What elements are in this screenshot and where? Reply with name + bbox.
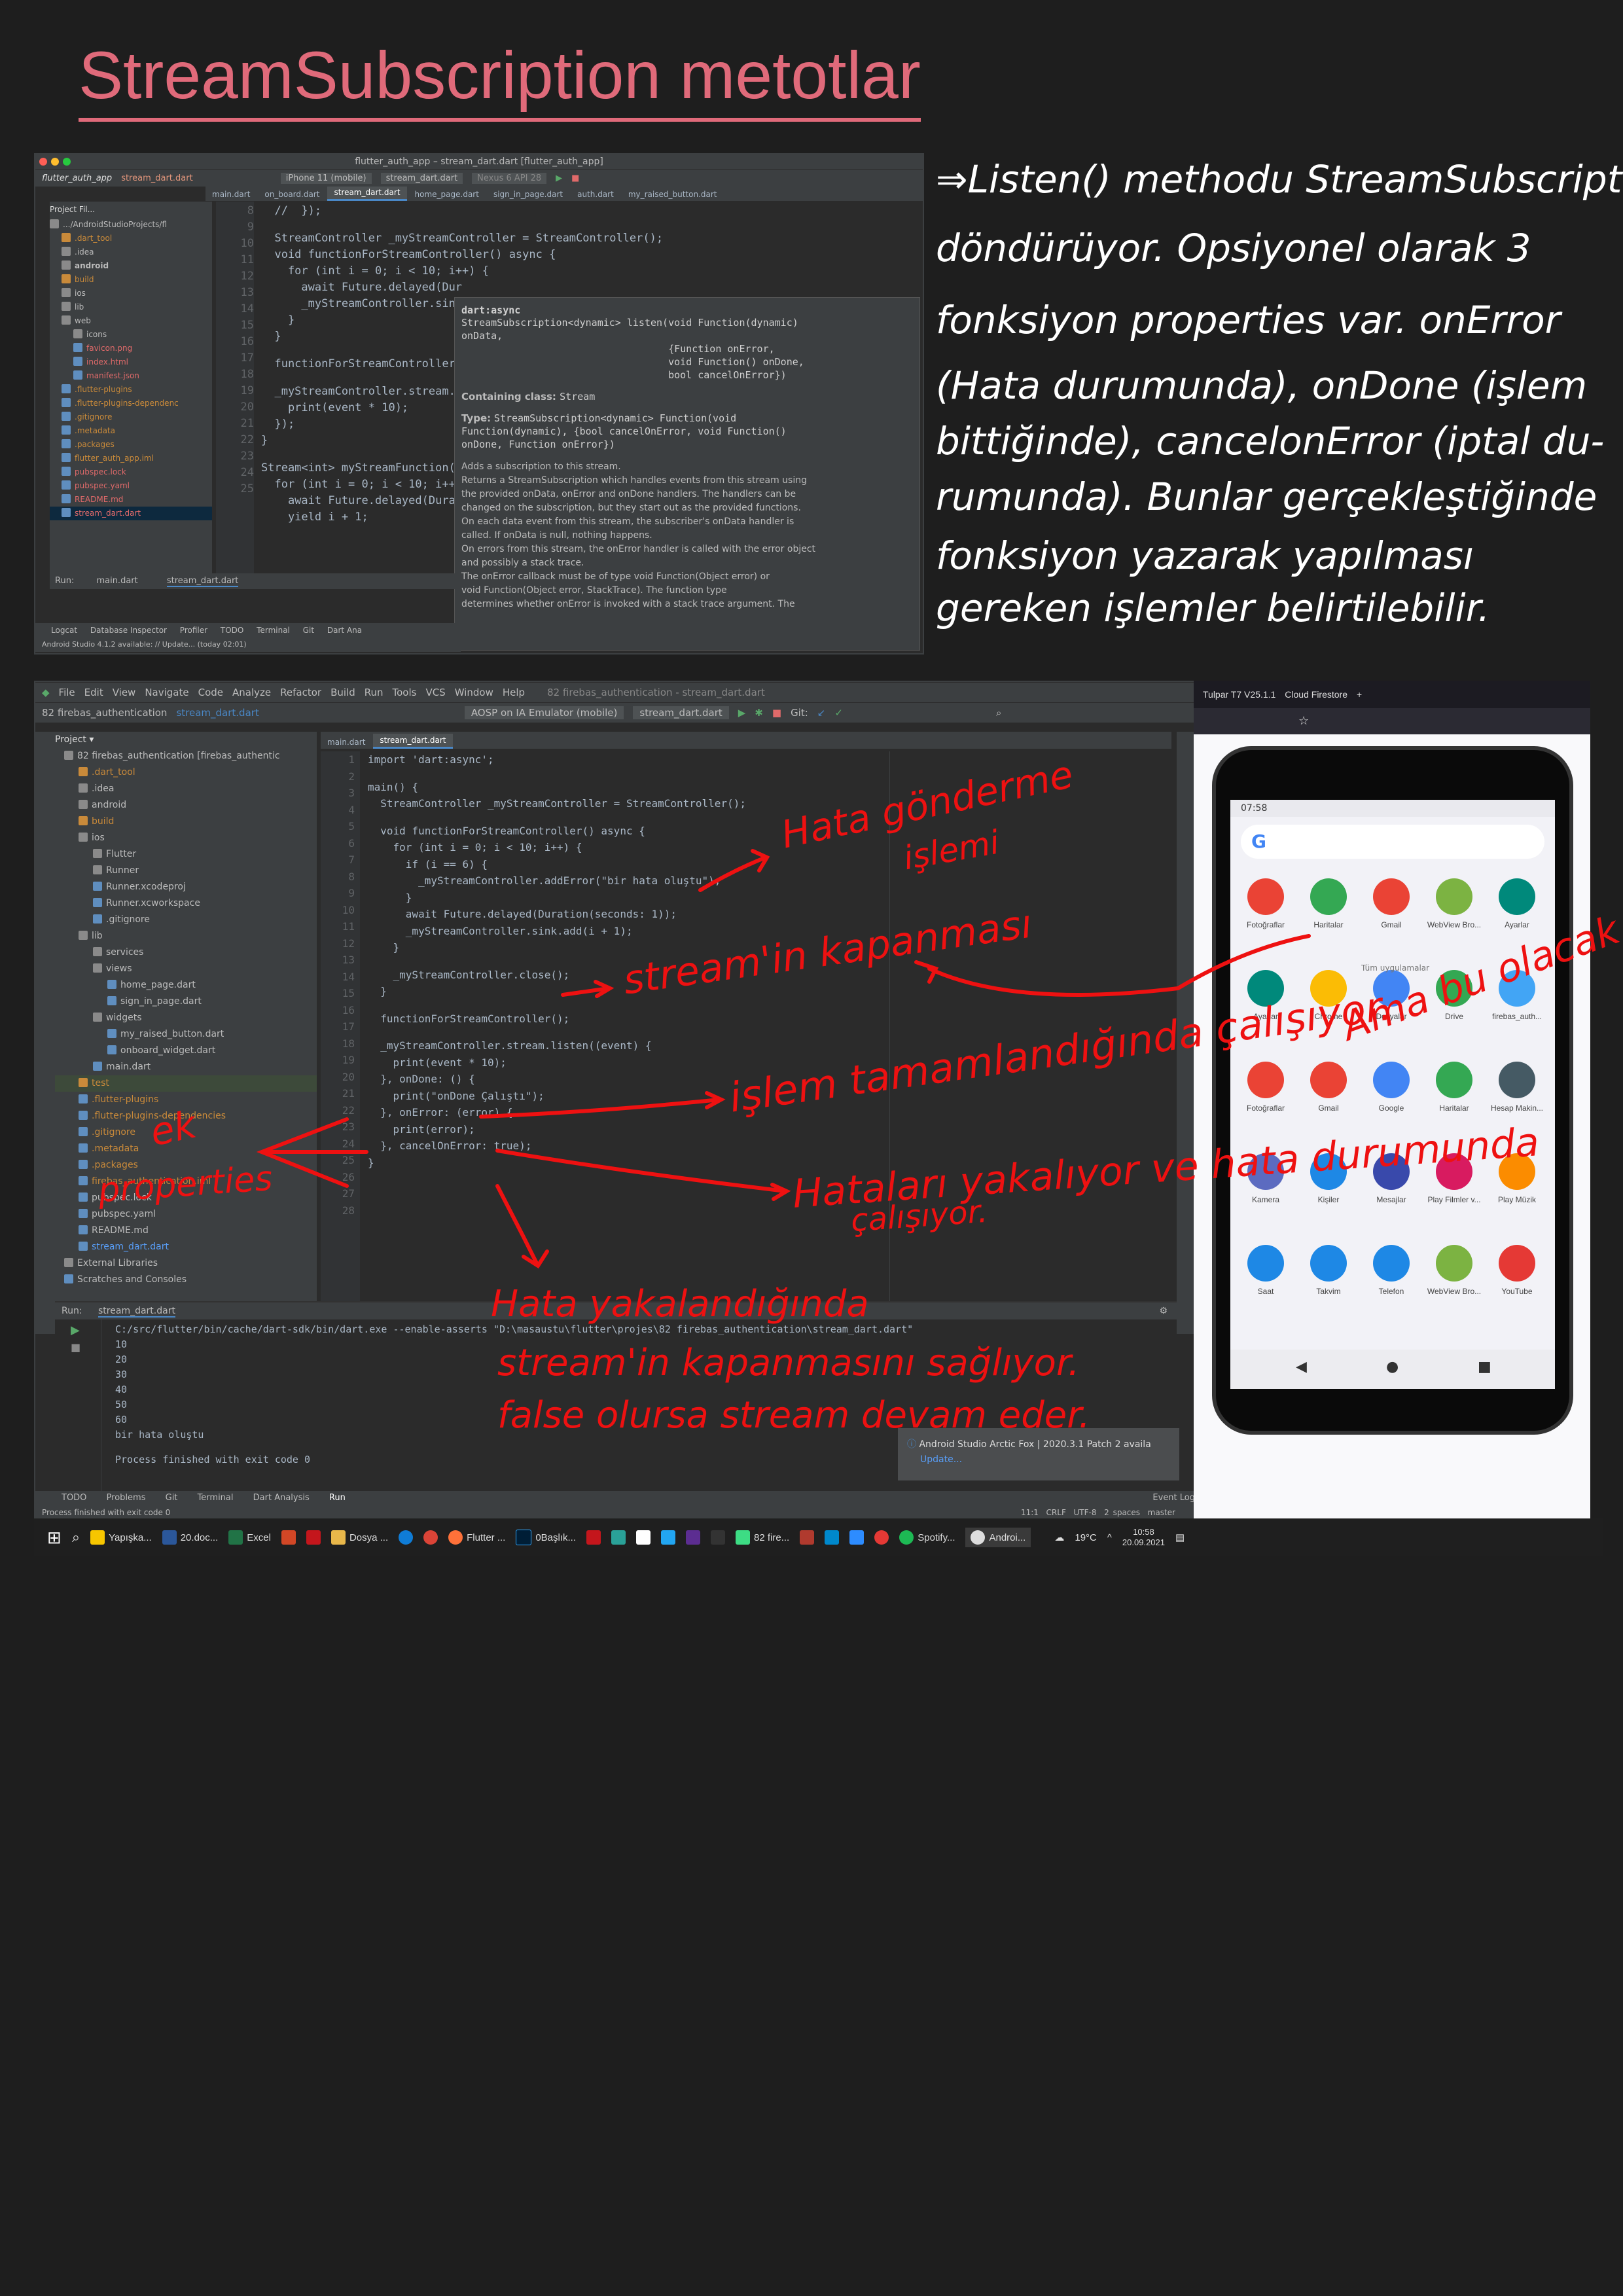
- tray-chevron-icon[interactable]: ^: [1107, 1532, 1112, 1543]
- taskbar-label: 0Başlık...: [535, 1532, 577, 1543]
- folder-icon: [330, 1530, 346, 1545]
- excel-icon: [228, 1530, 243, 1545]
- taskbar-label: Yapışka...: [109, 1532, 152, 1543]
- word-icon: [162, 1530, 177, 1545]
- taskbar-spotify[interactable]: Spotify...: [899, 1530, 955, 1545]
- app-icon[interactable]: [800, 1530, 815, 1545]
- annotation-false-olursa: false olursa stream devam eder.: [497, 1394, 1090, 1437]
- bracket-ek-properties: [256, 1117, 368, 1188]
- taskbar-excel[interactable]: Excel: [228, 1530, 271, 1545]
- sticky-notes-icon: [90, 1530, 105, 1545]
- spotify-icon: [899, 1530, 914, 1545]
- teamviewer-icon[interactable]: [825, 1530, 840, 1545]
- taskbar-sticky-notes[interactable]: Yapışka...: [90, 1530, 152, 1545]
- windows-start-icon[interactable]: ⊞: [47, 1528, 62, 1548]
- weather-temp[interactable]: 19°C: [1075, 1532, 1097, 1543]
- clock-date: 20.09.2021: [1122, 1537, 1165, 1547]
- weather-icon[interactable]: ☁: [1054, 1532, 1064, 1543]
- visual-studio-icon[interactable]: [686, 1530, 701, 1545]
- taskbar-firefox[interactable]: Flutter ...: [448, 1530, 505, 1545]
- windows-taskbar: ⊞ ⌕ Yapışka... 20.doc... Excel Dosya ...…: [34, 1518, 1603, 1556]
- edge-icon[interactable]: [399, 1530, 414, 1545]
- zoom-icon[interactable]: [849, 1530, 865, 1545]
- emulator-icon: [971, 1530, 986, 1545]
- notification-center-icon[interactable]: ▤: [1175, 1532, 1185, 1543]
- taskbar-word[interactable]: 20.doc...: [162, 1530, 219, 1545]
- android-studio-icon: [736, 1530, 751, 1545]
- taskbar-android-emulator[interactable]: Androi...: [965, 1528, 1031, 1547]
- clock-time: 10:58: [1133, 1527, 1154, 1537]
- arrow-to-addError: [698, 849, 770, 892]
- taskbar-label: Excel: [247, 1532, 271, 1543]
- app-icon[interactable]: [636, 1530, 651, 1545]
- taskbar-label: Spotify...: [918, 1532, 955, 1543]
- firefox-icon: [448, 1530, 463, 1545]
- annotation-ek: ek: [146, 1102, 200, 1155]
- arrow-onError: [495, 1149, 791, 1201]
- taskbar-label: 82 fire...: [754, 1532, 790, 1543]
- photoshop-icon: [516, 1530, 532, 1545]
- clock[interactable]: 10:58 20.09.2021: [1122, 1527, 1165, 1548]
- recorder-icon[interactable]: [874, 1530, 889, 1545]
- annotation-stream-kapanmasini: stream'in kapanmasını sağlıyor.: [497, 1342, 1080, 1384]
- taskbar-photoshop[interactable]: 0Başlık...: [516, 1530, 576, 1545]
- terminal-icon[interactable]: [711, 1530, 726, 1545]
- taskbar-label: Androi...: [989, 1532, 1026, 1543]
- acrobat-reader-icon[interactable]: [586, 1530, 601, 1545]
- chrome-icon[interactable]: [423, 1530, 438, 1545]
- vscode-icon[interactable]: [661, 1530, 676, 1545]
- app-icon[interactable]: [611, 1530, 626, 1545]
- arrow-cancelOnError: [495, 1184, 549, 1269]
- taskbar-label: 20.doc...: [180, 1532, 219, 1543]
- taskbar-android-studio[interactable]: 82 fire...: [736, 1530, 789, 1545]
- taskbar-label: Flutter ...: [467, 1532, 506, 1543]
- annotation-hata-yakalandiginda: Hata yakalandığında: [491, 1283, 869, 1325]
- taskbar-label: Dosya ...: [349, 1532, 389, 1543]
- powerpoint-icon[interactable]: [281, 1530, 296, 1545]
- acrobat-icon[interactable]: [306, 1530, 321, 1545]
- taskbar-explorer[interactable]: Dosya ...: [330, 1530, 389, 1545]
- arrow-onDone: [479, 1091, 726, 1119]
- arrow-to-close: [561, 980, 615, 998]
- search-icon[interactable]: ⌕: [72, 1529, 80, 1546]
